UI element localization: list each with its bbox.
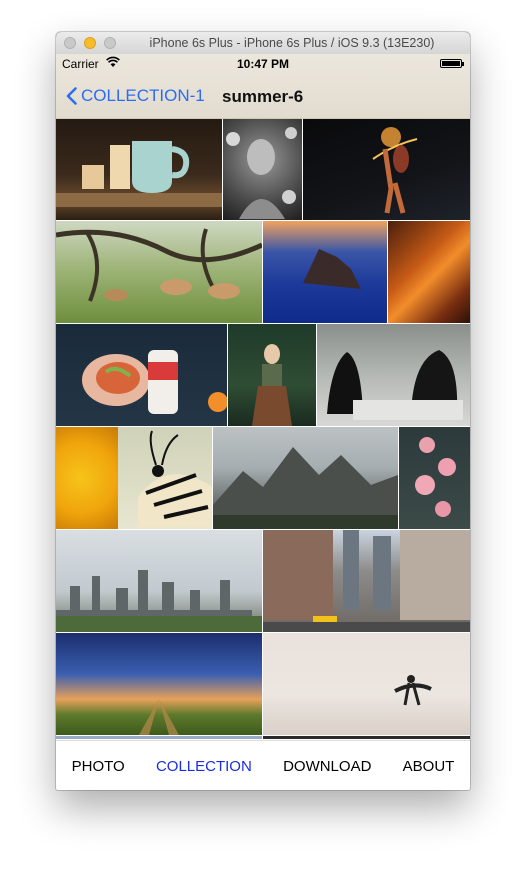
fire-dancer-photo[interactable] [303, 119, 470, 220]
list-item [263, 736, 470, 739]
sea-rock-at-sunset-photo[interactable] [263, 221, 387, 323]
chevron-left-icon [66, 87, 77, 105]
minimize-window-button[interactable] [84, 37, 96, 49]
navigation-bar: Carrier 10:47 PM COLLECTION-1 summer-6 [56, 54, 470, 119]
status-bar: Carrier 10:47 PM [56, 54, 470, 74]
sandwich-and-can-photo[interactable] [56, 324, 227, 426]
photo-grid [56, 119, 470, 739]
close-window-button[interactable] [64, 37, 76, 49]
battery-icon [440, 59, 464, 68]
back-button[interactable]: COLLECTION-1 [66, 82, 205, 110]
clock: 10:47 PM [236, 57, 290, 71]
city-street-photo[interactable] [263, 530, 470, 632]
zoom-window-button[interactable] [104, 37, 116, 49]
woman-in-forest-photo[interactable] [228, 324, 316, 426]
back-button-label: COLLECTION-1 [81, 86, 205, 105]
tab-bar: PHOTO COLLECTION DOWNLOAD ABOUT [56, 740, 470, 790]
city-skyline-photo[interactable] [56, 530, 262, 632]
mug-on-table-photo[interactable] [56, 119, 222, 220]
woman-with-flowers-photo[interactable] [223, 119, 302, 220]
window-title: iPhone 6s Plus - iPhone 6s Plus / iOS 9.… [149, 36, 435, 50]
mountain-range-photo[interactable] [213, 427, 398, 529]
tab-photo[interactable]: PHOTO [70, 754, 127, 779]
window-titlebar: iPhone 6s Plus - iPhone 6s Plus / iOS 9.… [56, 32, 470, 55]
list-item [56, 736, 262, 739]
tab-collection[interactable]: COLLECTION [154, 754, 254, 779]
sunset-field-photo[interactable] [56, 633, 262, 735]
surfer-on-beach-photo[interactable] [263, 633, 470, 735]
pink-blossoms-photo[interactable] [399, 427, 470, 529]
tab-about[interactable]: ABOUT [401, 754, 457, 779]
tab-download[interactable]: DOWNLOAD [281, 754, 373, 779]
page-title: summer-6 [222, 87, 304, 106]
butterfly-photo[interactable] [118, 427, 212, 529]
yellow-flower-photo[interactable] [56, 427, 118, 529]
simulator-window: iPhone 6s Plus - iPhone 6s Plus / iOS 9.… [56, 32, 470, 790]
orange-rock-texture-photo[interactable] [388, 221, 470, 323]
hooded-figures-photo[interactable] [317, 324, 470, 426]
device-screen: Carrier 10:47 PM COLLECTION-1 summer-6 P… [56, 54, 470, 790]
deer-in-meadow-photo[interactable] [56, 221, 262, 323]
